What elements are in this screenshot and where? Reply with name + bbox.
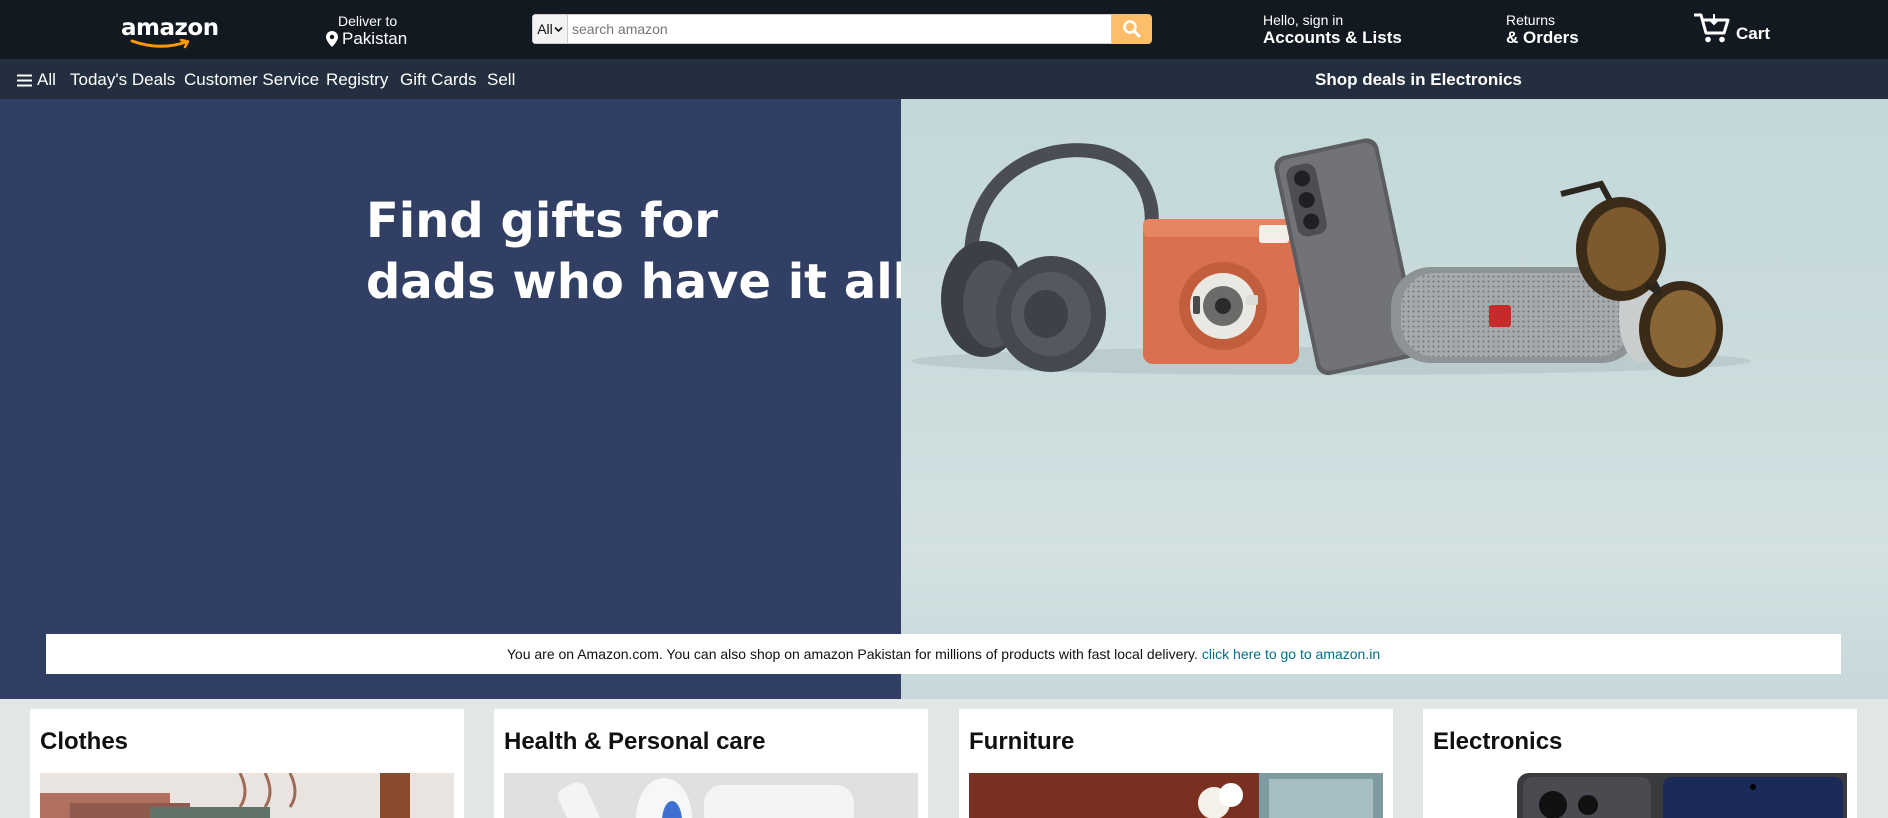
instant-camera-image: [1143, 219, 1299, 364]
category-card-furniture[interactable]: Furniture: [959, 709, 1393, 818]
search-icon: [1123, 20, 1141, 38]
deliver-location: Pakistan: [342, 29, 408, 48]
card-title: Health & Personal care: [504, 728, 766, 755]
category-card-clothes[interactable]: Clothes: [30, 709, 464, 818]
amazon-smile-icon: [130, 39, 190, 49]
all-menu-label: All: [37, 70, 56, 89]
locale-notice: You are on Amazon.com. You can also shop…: [46, 634, 1841, 674]
hero-banner[interactable]: Find gifts for dads who have it all You …: [0, 99, 1888, 699]
deliver-location-row: Pakistan: [326, 29, 407, 49]
category-card-health-personal-care[interactable]: Health & Personal care: [494, 709, 928, 818]
card-title: Clothes: [40, 728, 129, 755]
search-category-label: All: [537, 21, 553, 37]
account-greeting: Hello, sign in: [1263, 12, 1344, 28]
hamburger-menu-icon: [17, 74, 32, 86]
hero-product-image: [901, 99, 1888, 699]
card-title: Furniture: [969, 728, 1075, 755]
nav-customer-service[interactable]: Customer Service: [184, 70, 319, 90]
hero-headline-line1: Find gifts for: [366, 193, 718, 249]
health-personal-care-image: [504, 773, 918, 818]
sub-nav: All Today's Deals Customer Service Regis…: [0, 59, 1888, 99]
search-bar: All: [532, 14, 1152, 44]
card-title: Electronics: [1433, 728, 1563, 755]
map-pin-icon: [326, 31, 338, 47]
orders-label: & Orders: [1506, 28, 1579, 47]
hero-headline-line2: dads who have it all: [366, 254, 910, 310]
all-menu-button[interactable]: All: [17, 70, 56, 90]
electronics-image: [1433, 773, 1847, 818]
returns-label: Returns: [1506, 12, 1556, 28]
account-label: Accounts & Lists: [1263, 28, 1402, 47]
deliver-to-label: Deliver to: [338, 13, 398, 29]
clothes-image: [40, 773, 454, 818]
hero-headline: Find gifts for dads who have it all: [366, 191, 910, 313]
search-category-select[interactable]: All: [532, 14, 568, 44]
shop-deals-electronics-link[interactable]: Shop deals in Electronics: [1315, 70, 1522, 90]
chevron-down-icon: [554, 26, 563, 32]
headphones-image: [941, 143, 1159, 372]
go-to-local-site-link[interactable]: click here to go to amazon.in: [1202, 646, 1380, 662]
furniture-image: [969, 773, 1383, 818]
search-button[interactable]: [1112, 14, 1152, 44]
top-nav: amazon Deliver to Pakistan All search am…: [0, 0, 1888, 59]
returns-orders[interactable]: Returns & Orders: [1506, 12, 1579, 48]
account-lists[interactable]: Hello, sign in Accounts & Lists: [1263, 12, 1402, 48]
cart-label: Cart: [1736, 24, 1771, 43]
logo-text: amazon: [121, 15, 219, 41]
search-input[interactable]: [568, 14, 1112, 44]
deliver-to[interactable]: Deliver to Pakistan: [326, 13, 407, 49]
hero-products-illustration: [911, 138, 1751, 377]
category-card-electronics[interactable]: Electronics: [1423, 709, 1857, 818]
hero-left-panel: Find gifts for dads who have it all: [0, 99, 910, 699]
locale-notice-text: You are on Amazon.com. You can also shop…: [506, 646, 1198, 662]
nav-gift-cards[interactable]: Gift Cards: [400, 70, 477, 90]
cart-button[interactable]: Cart: [1694, 11, 1770, 45]
nav-todays-deals[interactable]: Today's Deals: [70, 70, 175, 90]
nav-registry[interactable]: Registry: [326, 70, 388, 90]
nav-sell[interactable]: Sell: [487, 70, 515, 90]
amazon-logo[interactable]: amazon: [118, 12, 219, 49]
cart-icon: [1694, 13, 1730, 43]
